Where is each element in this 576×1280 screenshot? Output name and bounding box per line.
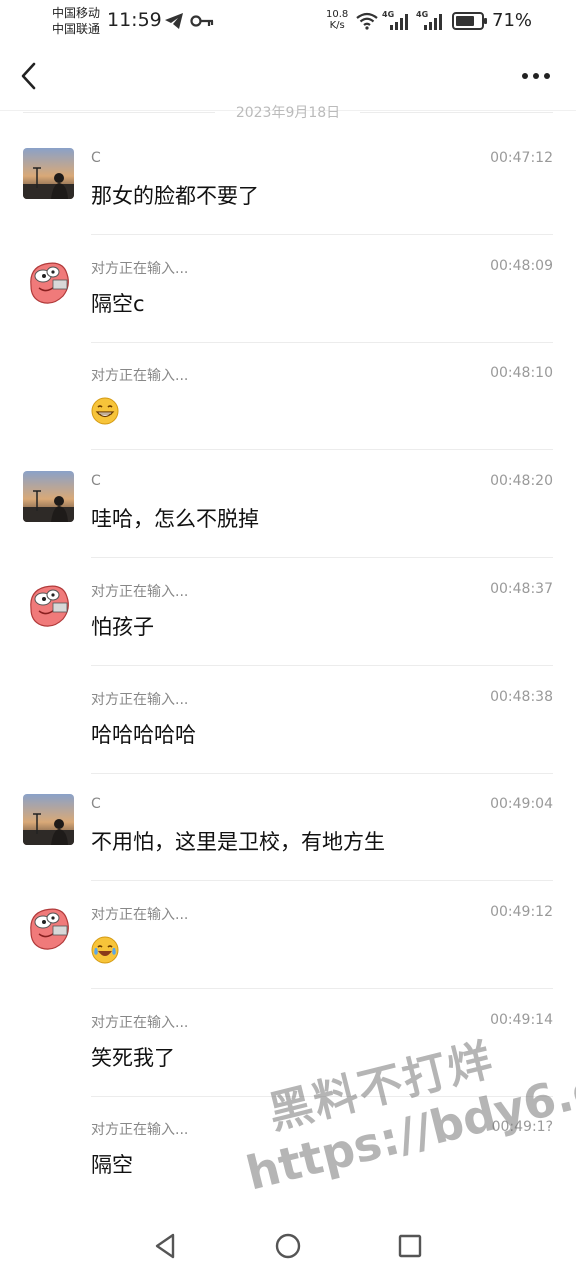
message-time: 00:48:37 bbox=[490, 581, 553, 597]
carrier-1: 中国移动 bbox=[52, 6, 101, 20]
sender-name: C bbox=[91, 796, 101, 812]
divider bbox=[91, 449, 553, 450]
divider bbox=[91, 342, 553, 343]
sender-name: 对方正在输入... bbox=[91, 368, 189, 384]
message-item[interactable]: C 00:49:04 不用怕，这里是卫校，有地方生 bbox=[0, 784, 576, 892]
message-text: 怕孩子 bbox=[91, 615, 154, 639]
sender-name: C bbox=[91, 473, 101, 489]
divider bbox=[91, 880, 553, 881]
status-time: 11:59 bbox=[107, 9, 162, 31]
grin-icon bbox=[91, 397, 119, 425]
divider bbox=[91, 234, 553, 235]
message-time: 00:48:10 bbox=[490, 365, 553, 381]
sender-name: 对方正在输入... bbox=[91, 584, 189, 600]
message-time: 00:49:04 bbox=[490, 796, 553, 812]
more-dots-icon[interactable] bbox=[516, 64, 556, 88]
message-time: 00:49:12 bbox=[490, 904, 553, 920]
avatar[interactable] bbox=[23, 579, 74, 630]
sender-name: C bbox=[91, 150, 101, 166]
message-time: 00:47:12 bbox=[490, 150, 553, 166]
message-time: 00:49:14 bbox=[490, 1012, 553, 1028]
message-item[interactable]: C 00:48:20 哇哈，怎么不脱掉 bbox=[0, 461, 576, 569]
message-time: 00:49:1? bbox=[491, 1119, 553, 1135]
divider bbox=[91, 665, 553, 666]
telegram-icon bbox=[165, 13, 183, 29]
sender-name: 对方正在输入... bbox=[91, 1122, 189, 1138]
avatar[interactable] bbox=[23, 471, 74, 522]
date-label: 2023年9月18日 bbox=[235, 105, 341, 121]
chat-header bbox=[0, 44, 576, 111]
message-text: 不用怕，这里是卫校，有地方生 bbox=[91, 830, 385, 854]
message-text: 隔空 bbox=[91, 1153, 133, 1177]
avatar[interactable] bbox=[23, 256, 74, 307]
back-triangle-icon[interactable] bbox=[150, 1230, 182, 1262]
message-text: 那女的脸都不要了 bbox=[91, 184, 259, 208]
carrier-labels: 中国移动 中国联通 bbox=[52, 5, 100, 37]
divider bbox=[91, 557, 553, 558]
battery-icon bbox=[452, 12, 487, 30]
tears-of-joy-icon bbox=[91, 936, 119, 964]
net-speed: 10.8 K/s bbox=[326, 9, 349, 31]
message-item[interactable]: 对方正在输入... 00:48:10 bbox=[0, 353, 576, 461]
message-item[interactable]: 对方正在输入... 00:48:38 哈哈哈哈哈 bbox=[0, 677, 576, 785]
message-text: 笑死我了 bbox=[91, 1046, 175, 1070]
system-navigation-bar bbox=[0, 1214, 576, 1280]
message-text: 哈哈哈哈哈 bbox=[91, 723, 196, 747]
divider bbox=[91, 773, 553, 774]
message-text: 隔空c bbox=[91, 292, 145, 316]
sender-name: 对方正在输入... bbox=[91, 261, 189, 277]
sender-name: 对方正在输入... bbox=[91, 1015, 189, 1031]
signal-icon bbox=[424, 14, 442, 30]
home-circle-icon[interactable] bbox=[272, 1230, 304, 1262]
message-time: 00:48:38 bbox=[490, 689, 553, 705]
sender-name: 对方正在输入... bbox=[91, 907, 189, 923]
message-time: 00:48:20 bbox=[490, 473, 553, 489]
message-text: 哇哈，怎么不脱掉 bbox=[91, 507, 259, 531]
avatar[interactable] bbox=[23, 148, 74, 199]
message-item[interactable]: 对方正在输入... 00:49:1? 隔空 bbox=[0, 1107, 576, 1215]
avatar[interactable] bbox=[23, 902, 74, 953]
date-divider: 2023年9月18日 bbox=[0, 102, 576, 122]
message-item[interactable]: 对方正在输入... 00:48:09 隔空c bbox=[0, 246, 576, 354]
status-bar: 中国移动 中国联通 11:59 10.8 K/s 4G 4G 71% bbox=[0, 0, 576, 44]
carrier-2: 中国联通 bbox=[52, 22, 101, 36]
divider bbox=[91, 988, 553, 989]
sender-name: 对方正在输入... bbox=[91, 692, 189, 708]
message-time: 00:48:09 bbox=[490, 258, 553, 274]
recents-square-icon[interactable] bbox=[394, 1230, 426, 1262]
battery-percent: 71% bbox=[492, 10, 533, 31]
divider bbox=[91, 1096, 553, 1097]
message-item[interactable]: 对方正在输入... 00:48:37 怕孩子 bbox=[0, 569, 576, 677]
signal-icon bbox=[390, 14, 408, 30]
avatar[interactable] bbox=[23, 794, 74, 845]
message-item[interactable]: 对方正在输入... 00:49:14 笑死我了 bbox=[0, 1000, 576, 1108]
chevron-left-icon[interactable] bbox=[12, 58, 48, 94]
message-item[interactable]: 对方正在输入... 00:49:12 bbox=[0, 892, 576, 1000]
message-item[interactable]: C 00:47:12 那女的脸都不要了 bbox=[0, 138, 576, 246]
wifi-icon bbox=[356, 12, 378, 30]
key-icon bbox=[190, 15, 214, 27]
